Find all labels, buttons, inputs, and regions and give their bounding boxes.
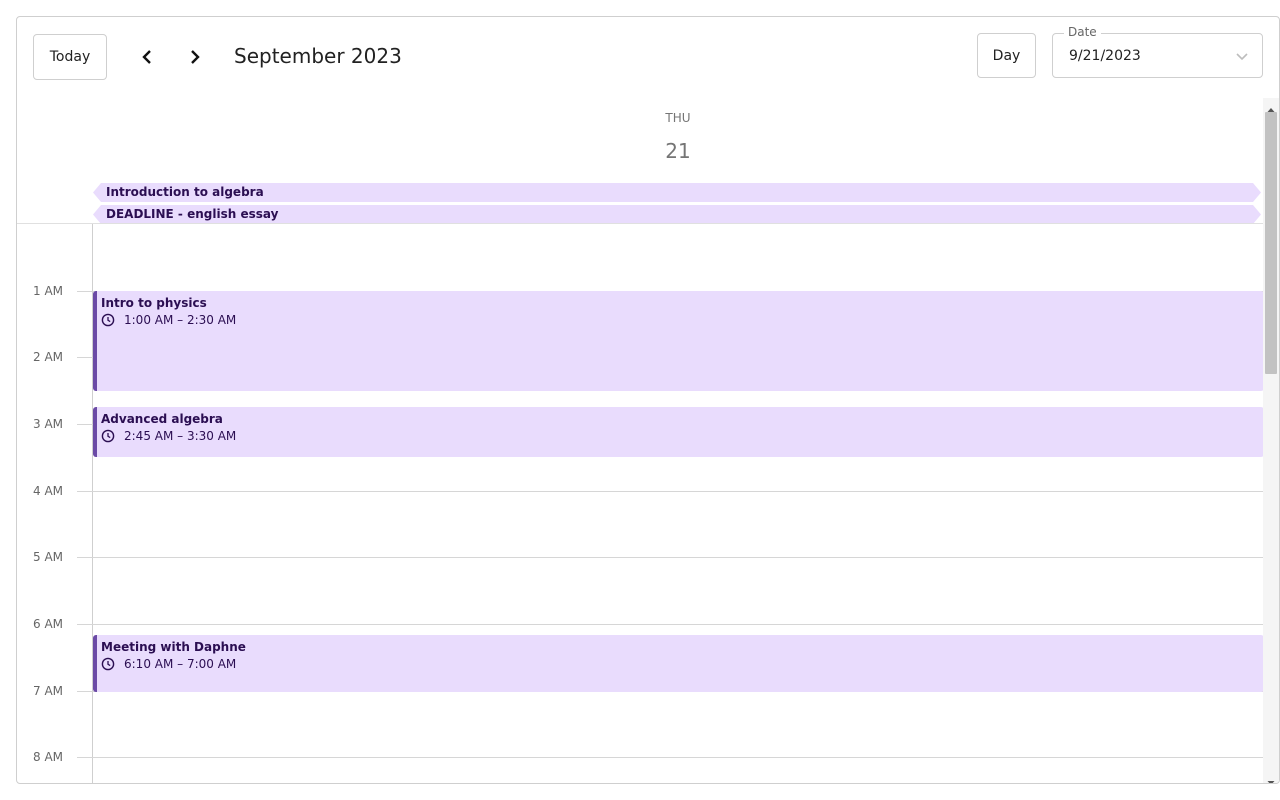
event-title: Meeting with Daphne: [101, 640, 246, 654]
event-advanced-algebra[interactable]: Advanced algebra 2:45 AM – 3:30 AM: [93, 407, 1264, 457]
chevron-down-icon[interactable]: [1234, 48, 1250, 64]
today-button[interactable]: Today: [33, 34, 107, 80]
clock-icon: [101, 657, 115, 671]
hour-line: [77, 557, 1263, 558]
time-grid[interactable]: 1 AM 2 AM 3 AM 4 AM 5 AM 6 AM 7 AM 8 AM …: [17, 224, 1264, 783]
all-day-event[interactable]: Introduction to algebra: [93, 183, 1261, 202]
view-switch-button[interactable]: Day: [977, 33, 1036, 78]
hour-label: 3 AM: [33, 417, 64, 431]
scroll-down-icon[interactable]: [1266, 773, 1276, 783]
event-time: 6:10 AM – 7:00 AM: [101, 657, 1264, 671]
event-title: Intro to physics: [101, 296, 207, 310]
scrollbar-thumb[interactable]: [1265, 112, 1277, 374]
event-title: Advanced algebra: [101, 412, 223, 426]
date-field[interactable]: Date 9/21/2023: [1052, 25, 1263, 78]
calendar-frame: Today September 2023 Day Date 9/21/2023 …: [16, 16, 1280, 784]
event-time-text: 6:10 AM – 7:00 AM: [124, 657, 237, 671]
event-meeting-with-daphne[interactable]: Meeting with Daphne 6:10 AM – 7:00 AM: [93, 635, 1264, 692]
hour-label: 2 AM: [33, 350, 64, 364]
event-time-text: 2:45 AM – 3:30 AM: [124, 429, 237, 443]
chevron-right-icon[interactable]: [181, 43, 209, 71]
hour-line: [77, 624, 1263, 625]
event-intro-to-physics[interactable]: Intro to physics 1:00 AM – 2:30 AM: [93, 291, 1264, 391]
weekday-label: THU: [665, 111, 691, 125]
hour-label: 6 AM: [33, 617, 64, 631]
clock-icon: [101, 429, 115, 443]
hour-line: [77, 491, 1263, 492]
chevron-left-icon[interactable]: [133, 43, 161, 71]
date-field-value[interactable]: 9/21/2023: [1069, 48, 1141, 64]
vertical-scrollbar[interactable]: [1263, 98, 1279, 783]
all-day-event[interactable]: DEADLINE - english essay: [93, 205, 1261, 224]
hour-label: 4 AM: [33, 484, 64, 498]
date-field-label: Date: [1064, 25, 1101, 39]
day-number[interactable]: 21: [17, 139, 1263, 163]
event-time: 2:45 AM – 3:30 AM: [101, 429, 1264, 443]
period-title: September 2023: [234, 44, 402, 68]
hour-label: 7 AM: [33, 684, 64, 698]
hour-label: 5 AM: [33, 550, 64, 564]
hour-label: 1 AM: [33, 284, 64, 298]
event-time-text: 1:00 AM – 2:30 AM: [124, 313, 237, 327]
event-time: 1:00 AM – 2:30 AM: [101, 313, 1264, 327]
hour-line: [77, 757, 1263, 758]
clock-icon: [101, 313, 115, 327]
scroll-up-icon[interactable]: [1266, 100, 1276, 112]
hour-label: 8 AM: [33, 750, 64, 764]
